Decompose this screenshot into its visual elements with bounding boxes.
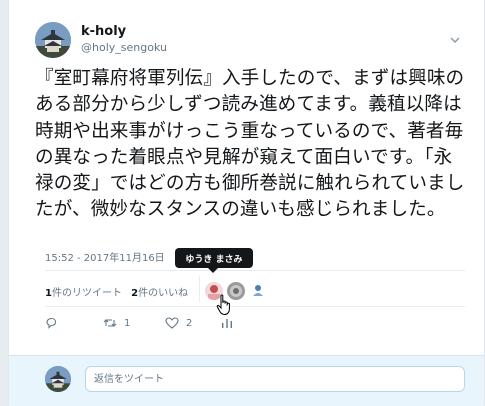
tweet-timestamp[interactable]: 15:52 - 2017年11月16日 (45, 249, 165, 264)
reply-input[interactable] (85, 366, 465, 392)
reply-button[interactable] (45, 317, 64, 329)
tweet-stats: 1件のリツイート 2件のいいね (45, 284, 194, 299)
more-options-button[interactable] (448, 32, 462, 46)
tooltip-arrow (208, 268, 218, 273)
liker-tooltip: ゆうき まさみ (175, 248, 253, 268)
stats-separator (199, 276, 200, 302)
retweets-count: 1 (45, 288, 52, 299)
tweet-card: k-holy @holy_sengoku 『室町幕府将軍列伝』入手したので、まず… (8, 0, 485, 406)
author-username[interactable]: @holy_sengoku (81, 41, 167, 54)
likes-stat[interactable]: 2件のいいね (131, 288, 188, 299)
tweet-text: 『室町幕府将軍列伝』入手したので、まずは興味のある部分から少しずつ読み進めてます… (35, 68, 465, 221)
retweet-button[interactable]: 1 (103, 317, 130, 329)
reply-icon (46, 317, 57, 329)
castle-avatar-icon (35, 22, 71, 58)
chevron-down-icon (450, 37, 460, 43)
divider (45, 270, 465, 271)
retweet-icon (103, 319, 117, 327)
castle-avatar-icon (45, 366, 71, 392)
user-avatar-icon (249, 282, 267, 300)
liker-avatar[interactable] (249, 282, 267, 300)
retweet-count: 1 (124, 317, 131, 329)
retweets-label: 件のリツイート (51, 288, 122, 299)
heart-icon (165, 317, 179, 329)
divider (45, 306, 465, 307)
likes-label: 件のいいね (138, 288, 189, 299)
author-display-name[interactable]: k-holy (81, 24, 126, 39)
current-user-avatar[interactable] (45, 366, 71, 392)
retweets-stat[interactable]: 1件のリツイート (45, 288, 122, 299)
like-button[interactable]: 2 (165, 317, 192, 329)
like-count: 2 (186, 317, 193, 329)
hand-cursor-icon (216, 294, 232, 320)
author-avatar[interactable] (35, 22, 71, 58)
